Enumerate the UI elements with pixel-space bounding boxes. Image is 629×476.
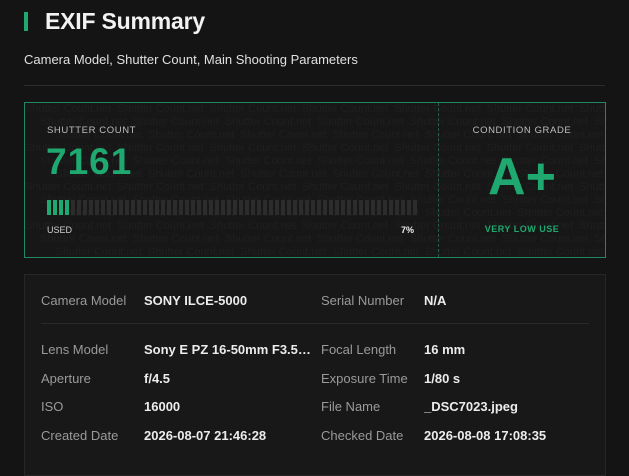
usage-segment-empty [305, 200, 309, 215]
condition-grade-label: CONDITION GRADE [472, 125, 572, 136]
usage-segment-empty [71, 200, 75, 215]
usage-segment-empty [263, 200, 267, 215]
usage-segment-empty [203, 200, 207, 215]
usage-segment-empty [197, 200, 201, 215]
checked-date-label: Checked Date [321, 428, 404, 443]
usage-segment-empty [281, 200, 285, 215]
condition-grade-value: A+ [488, 148, 556, 206]
usage-segment-empty [89, 200, 93, 215]
usage-segment-filled [65, 200, 69, 215]
lens-model-value: Sony E PZ 16-50mm F3.5-5.6 OSS [144, 342, 314, 357]
usage-segment-empty [95, 200, 99, 215]
usage-segment-empty [101, 200, 105, 215]
usage-segment-empty [347, 200, 351, 215]
exposure-time-value: 1/80 s [424, 371, 461, 386]
usage-segment-empty [215, 200, 219, 215]
usage-segment-empty [317, 200, 321, 215]
usage-segment-empty [191, 200, 195, 215]
usage-segment-empty [413, 200, 417, 215]
iso-label: ISO [41, 399, 64, 414]
usage-segment-empty [293, 200, 297, 215]
usage-segment-empty [209, 200, 213, 215]
usage-segment-empty [311, 200, 315, 215]
usage-segment-empty [155, 200, 159, 215]
usage-segment-empty [377, 200, 381, 215]
usage-segment-empty [83, 200, 87, 215]
iso-value: 16000 [144, 399, 181, 414]
usage-segment-empty [161, 200, 165, 215]
usage-segment-empty [233, 200, 237, 215]
camera-model-label: Camera Model [41, 293, 127, 308]
usage-segment-empty [257, 200, 261, 215]
focal-length-value: 16 mm [424, 342, 466, 357]
usage-segment-empty [227, 200, 231, 215]
page-header: EXIF Summary [24, 7, 205, 35]
aperture-value: f/4.5 [144, 371, 171, 386]
usage-segment-empty [341, 200, 345, 215]
usage-segment-empty [245, 200, 249, 215]
usage-segment-filled [47, 200, 51, 215]
usage-segment-empty [359, 200, 363, 215]
header-divider [24, 85, 605, 86]
usage-segment-empty [131, 200, 135, 215]
checked-date-value: 2026-08-08 17:08:35 [424, 428, 547, 443]
usage-segment-empty [143, 200, 147, 215]
usage-segment-empty [113, 200, 117, 215]
condition-grade-description: VERY LOW USE [484, 224, 560, 234]
usage-segment-empty [107, 200, 111, 215]
shutter-count-label: SHUTTER COUNT [47, 125, 137, 136]
shutter-count-value: 7161 [46, 141, 133, 182]
shutter-summary-card: Shutter Count.net Shutter Count.net Shut… [24, 102, 606, 258]
usage-segment-empty [329, 200, 333, 215]
usage-segment-empty [137, 200, 141, 215]
usage-bar [47, 200, 417, 215]
focal-length-label: Focal Length [321, 342, 397, 357]
details-divider [41, 323, 589, 324]
camera-model-value: SONY ILCE-5000 [144, 293, 248, 308]
file-name-label: File Name [321, 399, 381, 414]
usage-segment-empty [323, 200, 327, 215]
usage-segment-empty [395, 200, 399, 215]
usage-segment-empty [149, 200, 153, 215]
usage-segment-empty [179, 200, 183, 215]
usage-segment-empty [125, 200, 129, 215]
usage-segment-empty [119, 200, 123, 215]
used-percent: 7% [401, 225, 415, 235]
file-name-value: _DSC7023.jpeg [424, 399, 518, 414]
usage-segment-empty [299, 200, 303, 215]
lens-model-label: Lens Model [41, 342, 109, 357]
serial-number-label: Serial Number [321, 293, 405, 308]
usage-segment-empty [77, 200, 81, 215]
usage-segment-filled [53, 200, 57, 215]
title-accent-bar [24, 11, 28, 31]
usage-segment-empty [389, 200, 393, 215]
usage-segment-empty [251, 200, 255, 215]
page-title: EXIF Summary [45, 7, 205, 34]
exposure-time-label: Exposure Time [321, 371, 408, 386]
usage-segment-empty [401, 200, 405, 215]
usage-segment-empty [173, 200, 177, 215]
aperture-label: Aperture [41, 371, 91, 386]
used-label: USED [47, 225, 73, 235]
created-date-value: 2026-08-07 21:46:28 [144, 428, 267, 443]
exif-details-panel: Camera Model SONY ILCE-5000 Serial Numbe… [24, 274, 606, 476]
usage-segment-empty [353, 200, 357, 215]
usage-segment-empty [335, 200, 339, 215]
usage-segment-empty [239, 200, 243, 215]
usage-segment-empty [221, 200, 225, 215]
usage-segment-empty [287, 200, 291, 215]
usage-segment-filled [59, 200, 63, 215]
usage-segment-empty [365, 200, 369, 215]
usage-segment-empty [167, 200, 171, 215]
created-date-label: Created Date [41, 428, 119, 443]
usage-segment-empty [275, 200, 279, 215]
usage-segment-empty [185, 200, 189, 215]
usage-segment-empty [371, 200, 375, 215]
usage-segment-empty [383, 200, 387, 215]
usage-segment-empty [269, 200, 273, 215]
usage-segment-empty [407, 200, 411, 215]
page-subtitle: Camera Model, Shutter Count, Main Shooti… [24, 52, 358, 67]
serial-number-value: N/A [424, 293, 447, 308]
